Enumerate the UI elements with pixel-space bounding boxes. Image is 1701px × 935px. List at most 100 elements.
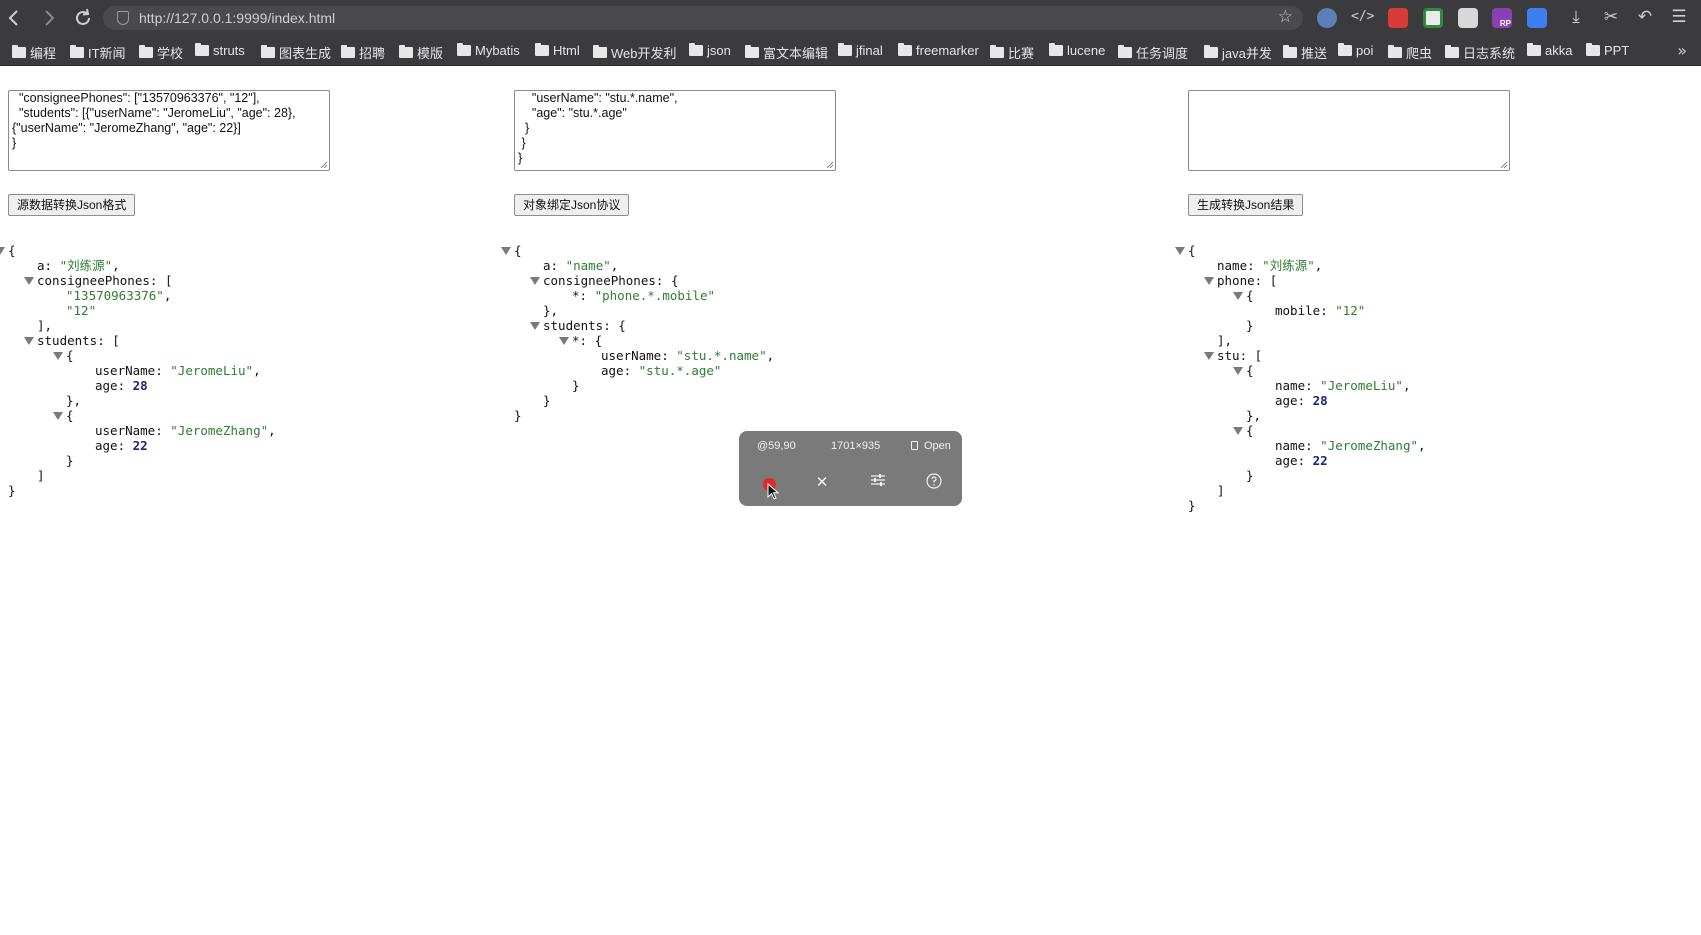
- collapse-toggle-icon[interactable]: [1233, 367, 1243, 375]
- undo-icon[interactable]: ↶: [1634, 6, 1656, 28]
- json-punctuation: : [: [1254, 273, 1278, 288]
- bookmark-folder[interactable]: PPT: [1586, 43, 1629, 58]
- json-line: phone: [: [1188, 273, 1426, 288]
- shield-icon: [117, 11, 129, 25]
- json-line: age: 28: [1188, 393, 1426, 408]
- json-punctuation: ]: [37, 468, 45, 483]
- json-punctuation: ],: [1217, 333, 1233, 348]
- settings-sliders-icon[interactable]: [868, 473, 888, 493]
- bookmark-folder[interactable]: freemarker: [898, 43, 979, 58]
- collapse-toggle-icon[interactable]: [530, 322, 540, 330]
- bookmark-folder[interactable]: 爬虫: [1388, 43, 1432, 62]
- json-key: phone: [1217, 273, 1255, 288]
- back-icon[interactable]: [4, 7, 26, 29]
- json-string-value: "12": [66, 303, 97, 318]
- bookmark-folder[interactable]: 编程: [12, 43, 56, 62]
- protocol-json-textarea[interactable]: "userName": "stu.*.name", "age": "stu.*.…: [514, 90, 836, 171]
- bookmark-folder[interactable]: jfinal: [838, 43, 883, 58]
- collapse-toggle-icon[interactable]: [1204, 352, 1214, 360]
- bookmark-folder[interactable]: 图表生成: [261, 43, 331, 62]
- help-icon[interactable]: [924, 473, 944, 493]
- open-link[interactable]: Open: [924, 440, 951, 452]
- bookmark-folder[interactable]: struts: [195, 43, 245, 58]
- collapse-toggle-icon[interactable]: [53, 352, 63, 360]
- close-icon[interactable]: ✕: [812, 473, 832, 493]
- json-line: userName: "stu.*.name",: [514, 348, 774, 363]
- collapse-toggle-icon[interactable]: [1175, 247, 1185, 255]
- convert-source-button[interactable]: 源数据转换Json格式: [8, 194, 136, 216]
- collapse-toggle-icon[interactable]: [24, 337, 34, 345]
- bookmark-folder[interactable]: akka: [1527, 43, 1572, 58]
- json-punctuation: }: [66, 453, 74, 468]
- json-key: age: [1275, 393, 1298, 408]
- bookmark-folder[interactable]: lucene: [1049, 43, 1105, 58]
- menu-icon[interactable]: ☰: [1668, 6, 1690, 28]
- json-punctuation: :: [1305, 438, 1321, 453]
- resize-grip-icon[interactable]: [1499, 160, 1508, 169]
- collapse-toggle-icon[interactable]: [24, 277, 34, 285]
- scissors-icon[interactable]: ✂: [1600, 6, 1622, 28]
- folder-icon: [1283, 45, 1297, 58]
- bookmark-folder[interactable]: 模版: [399, 43, 443, 62]
- rp-icon[interactable]: RP: [1492, 8, 1512, 28]
- bookmark-folder[interactable]: 推送: [1283, 43, 1327, 62]
- forward-icon[interactable]: [38, 7, 60, 29]
- json-punctuation: :: [623, 363, 639, 378]
- bookmark-folder[interactable]: Html: [535, 43, 580, 58]
- bookmark-folder[interactable]: 招聘: [341, 43, 385, 62]
- json-line: students: {: [514, 318, 774, 333]
- extension-gray-icon[interactable]: [1458, 8, 1478, 28]
- json-punctuation: : {: [655, 273, 679, 288]
- collapse-toggle-icon[interactable]: [501, 247, 511, 255]
- collapse-toggle-icon[interactable]: [559, 337, 569, 345]
- json-key: students: [543, 318, 604, 333]
- pen-icon[interactable]: [1527, 8, 1547, 28]
- resize-grip-icon[interactable]: [319, 160, 328, 169]
- folder-icon: [689, 43, 703, 56]
- json-line: {: [1188, 363, 1426, 378]
- download-icon[interactable]: ⤓: [1565, 6, 1587, 28]
- reload-icon[interactable]: [72, 7, 94, 29]
- json-punctuation: :: [44, 258, 60, 273]
- code-icon[interactable]: </>: [1351, 6, 1374, 28]
- bookmark-folder[interactable]: Mybatis: [457, 43, 520, 58]
- extension-green-icon[interactable]: [1423, 8, 1443, 28]
- bookmark-folder[interactable]: poi: [1338, 43, 1373, 58]
- collapse-toggle-icon[interactable]: [1233, 292, 1243, 300]
- bookmark-folder[interactable]: 富文本编辑: [745, 43, 828, 62]
- collapse-toggle-icon[interactable]: [53, 412, 63, 420]
- more-bookmarks-icon[interactable]: »: [1677, 41, 1687, 60]
- json-key: age: [95, 378, 118, 393]
- extension-red-icon[interactable]: [1388, 8, 1408, 28]
- json-number-value: 22: [1312, 453, 1328, 468]
- collapse-toggle-icon[interactable]: [0, 247, 5, 255]
- translate-icon[interactable]: [1317, 8, 1337, 28]
- json-line: name: "刘练源",: [1188, 258, 1426, 273]
- folder-icon: [1118, 45, 1132, 58]
- bookmark-star-icon[interactable]: ☆: [1278, 7, 1293, 27]
- bookmark-folder[interactable]: 日志系统: [1445, 43, 1515, 62]
- bookmark-folder[interactable]: 学校: [139, 43, 183, 62]
- folder-icon: [535, 43, 549, 56]
- source-json-view: {a: "刘练源", consigneePhones: ["13570963376…: [0, 243, 276, 498]
- result-json-textarea[interactable]: [1188, 90, 1510, 171]
- json-line: }: [514, 378, 774, 393]
- source-json-textarea[interactable]: "consigneePhones": ["13570963376", "12"]…: [8, 90, 330, 171]
- bind-protocol-button[interactable]: 对象绑定Json协议: [514, 194, 630, 216]
- address-bar[interactable]: http://127.0.0.1:9999/index.html ☆: [103, 6, 1303, 30]
- collapse-toggle-icon[interactable]: [530, 277, 540, 285]
- collapse-toggle-icon[interactable]: [1204, 277, 1214, 285]
- bookmark-folder[interactable]: Web开发利: [593, 43, 677, 62]
- json-punctuation: : {: [603, 318, 626, 333]
- json-line: ],: [1188, 333, 1426, 348]
- bookmark-folder[interactable]: json: [689, 43, 731, 58]
- json-punctuation: {: [514, 243, 522, 258]
- generate-result-button[interactable]: 生成转换Json结果: [1188, 194, 1304, 216]
- bookmark-folder[interactable]: 比赛: [990, 43, 1034, 62]
- bookmark-folder[interactable]: java并发: [1204, 43, 1272, 62]
- resize-grip-icon[interactable]: [825, 160, 834, 169]
- bookmark-folder[interactable]: IT新闻: [70, 43, 126, 62]
- collapse-toggle-icon[interactable]: [1233, 427, 1243, 435]
- bookmark-folder[interactable]: 任务调度: [1118, 43, 1188, 62]
- json-number-value: 28: [1312, 393, 1328, 408]
